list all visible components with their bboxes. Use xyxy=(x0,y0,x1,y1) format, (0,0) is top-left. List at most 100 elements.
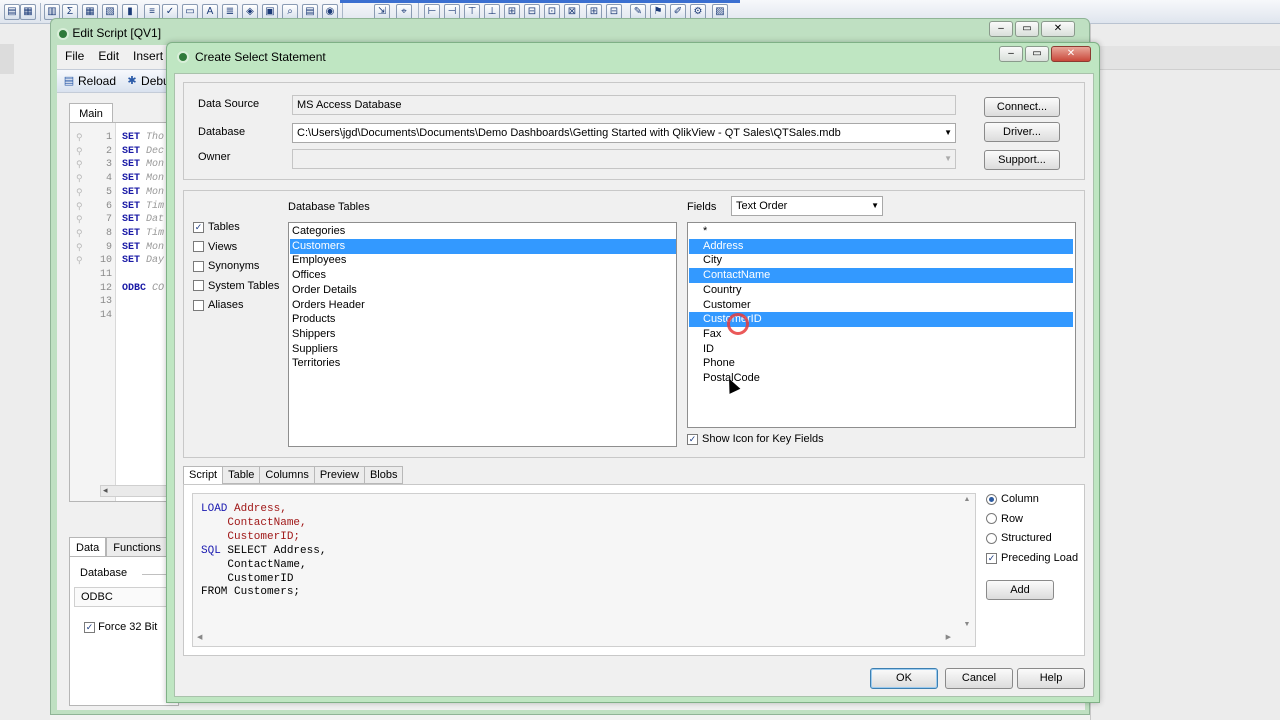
support-button[interactable]: Support... xyxy=(984,150,1060,170)
chevron-down-icon[interactable]: ▼ xyxy=(944,150,952,168)
table-item[interactable]: Categories xyxy=(290,224,676,239)
option-tables[interactable]: ✓ Tables xyxy=(193,221,240,233)
force-32-bit-label: Force 32 Bit xyxy=(98,621,158,633)
layout-option-label: Column xyxy=(1001,493,1039,505)
editor-horizontal-scrollbar[interactable]: ◂ xyxy=(100,485,174,497)
field-item[interactable]: * xyxy=(689,224,1073,239)
table-item[interactable]: Products xyxy=(290,312,676,327)
layout-option-column[interactable]: Column xyxy=(986,493,1039,505)
menu-file[interactable]: File xyxy=(65,49,84,63)
field-item[interactable]: City xyxy=(689,253,1073,268)
radio-button[interactable] xyxy=(986,493,997,505)
code-keyword: SET xyxy=(122,173,141,185)
minimize-icon[interactable]: – xyxy=(999,46,1023,62)
maximize-icon[interactable]: ▭ xyxy=(1025,46,1049,62)
scroll-right-icon[interactable]: ▶ xyxy=(946,633,951,641)
add-button[interactable]: Add xyxy=(986,580,1054,600)
maximize-icon[interactable]: ▭ xyxy=(1015,21,1039,37)
table-item[interactable]: Shippers xyxy=(290,327,676,342)
force-32-bit-row[interactable]: ✓ Force 32 Bit xyxy=(84,621,157,633)
database-select[interactable]: ODBC xyxy=(74,587,174,607)
option-checkbox[interactable] xyxy=(193,260,204,272)
close-icon[interactable]: ✕ xyxy=(1051,46,1091,62)
script-vertical-scrollbar[interactable]: ▲ ▼ xyxy=(959,494,975,646)
reload-button[interactable]: ▤ Reload xyxy=(63,74,116,88)
radio-button[interactable] xyxy=(986,513,997,524)
table-item[interactable]: Territories xyxy=(290,356,676,371)
option-checkbox[interactable]: ✓ xyxy=(193,221,204,233)
layout-option-structured[interactable]: Structured xyxy=(986,532,1052,544)
field-item[interactable]: Customer xyxy=(689,298,1073,313)
code-rest: Tho xyxy=(146,132,165,143)
field-item[interactable]: Address xyxy=(689,238,1073,254)
preceding-load-checkbox[interactable]: ✓ xyxy=(986,552,997,564)
option-aliases[interactable]: Aliases xyxy=(193,299,243,311)
tab-columns[interactable]: Columns xyxy=(259,466,315,484)
help-button[interactable]: Help xyxy=(1017,668,1085,689)
option-label: Views xyxy=(208,240,238,253)
toolbar-icon[interactable]: ▤ xyxy=(4,4,20,20)
database-select[interactable]: C:\Users\jgd\Documents\Documents\Demo Da… xyxy=(292,123,956,143)
tab-data[interactable]: Data xyxy=(69,537,107,557)
tab-main[interactable]: Main xyxy=(69,103,113,123)
script-line: CustomerID; xyxy=(201,530,300,544)
code-keyword: SET xyxy=(122,227,141,239)
table-item[interactable]: Orders Header xyxy=(290,298,676,313)
field-order-select[interactable]: Text Order ▼ xyxy=(731,196,883,216)
ok-button[interactable]: OK xyxy=(870,668,938,689)
field-item[interactable]: ContactName xyxy=(689,268,1073,284)
chevron-down-icon[interactable]: ▼ xyxy=(871,197,879,215)
option-checkbox[interactable] xyxy=(193,299,204,311)
show-icon-row[interactable]: ✓ Show Icon for Key Fields xyxy=(687,433,824,445)
force-32-bit-checkbox[interactable]: ✓ xyxy=(84,621,95,633)
option-views[interactable]: Views xyxy=(193,241,237,253)
table-item[interactable]: Offices xyxy=(290,268,676,283)
scroll-left-icon[interactable]: ◀ xyxy=(197,633,202,641)
tab-blobs[interactable]: Blobs xyxy=(363,466,404,484)
layout-option-row[interactable]: Row xyxy=(986,513,1023,525)
preceding-load-row[interactable]: ✓ Preceding Load xyxy=(986,552,1078,564)
option-synonyms[interactable]: Synonyms xyxy=(193,260,259,272)
table-item[interactable]: Order Details xyxy=(290,283,676,298)
show-icon-checkbox[interactable]: ✓ xyxy=(687,433,698,445)
tab-script[interactable]: Script xyxy=(183,466,224,485)
minimize-icon[interactable]: – xyxy=(989,21,1013,37)
scroll-down-icon[interactable]: ▼ xyxy=(959,621,975,628)
table-item[interactable]: Customers xyxy=(290,238,676,254)
option-checkbox[interactable] xyxy=(193,280,204,291)
generated-script[interactable]: LOAD Address, ContactName, CustomerID; SQ… xyxy=(192,493,976,647)
script-line: FROM Customers; xyxy=(201,585,300,599)
field-item[interactable]: ID xyxy=(689,342,1073,357)
close-icon[interactable]: ✕ xyxy=(1041,21,1075,37)
field-item[interactable]: PostalCode xyxy=(689,371,1073,386)
cancel-button[interactable]: Cancel xyxy=(945,668,1013,689)
scroll-left-icon[interactable]: ◂ xyxy=(103,485,108,496)
menu-insert[interactable]: Insert xyxy=(133,49,163,63)
code-keyword: SET xyxy=(122,186,141,198)
owner-select[interactable]: ▼ xyxy=(292,149,956,169)
field-item[interactable]: Country xyxy=(689,283,1073,298)
layout-option-label: Row xyxy=(1001,512,1024,525)
field-item[interactable]: Phone xyxy=(689,356,1073,371)
script-horizontal-scrollbar[interactable]: ◀ ▶ xyxy=(193,630,975,646)
scroll-up-icon[interactable]: ▲ xyxy=(959,496,975,503)
chevron-down-icon[interactable]: ▼ xyxy=(944,124,952,142)
option-system-tables[interactable]: System Tables xyxy=(193,280,279,292)
database-tables-list[interactable]: Categories Customers Employees Offices Order… xyxy=(288,222,677,447)
table-item[interactable]: Suppliers xyxy=(290,342,676,357)
table-item[interactable]: Employees xyxy=(290,253,676,268)
menu-edit[interactable]: Edit xyxy=(98,49,119,63)
tab-preview[interactable]: Preview xyxy=(313,466,365,484)
connect-button[interactable]: Connect... xyxy=(984,97,1060,117)
option-checkbox[interactable] xyxy=(193,241,204,252)
preceding-load-label: Preceding Load xyxy=(1001,552,1079,564)
tab-table[interactable]: Table xyxy=(222,466,261,484)
tab-functions[interactable]: Functions xyxy=(106,537,168,557)
script-editor[interactable]: ⚲ 1 SET Tho ⚲ 2 SET Dec ⚲ 3 SET Mon ⚲ 4 SET Mon ⚲ 5 SE… xyxy=(69,122,179,502)
background-left-marker xyxy=(0,44,14,74)
tables-fields-panel: ✓ Tables Views Synonyms System Tables Aliases… xyxy=(183,190,1085,458)
driver-button[interactable]: Driver... xyxy=(984,122,1060,142)
toolbar-icon[interactable]: ▦ xyxy=(20,4,36,20)
script-line: LOAD Address, xyxy=(201,502,287,516)
radio-button[interactable] xyxy=(986,532,997,544)
